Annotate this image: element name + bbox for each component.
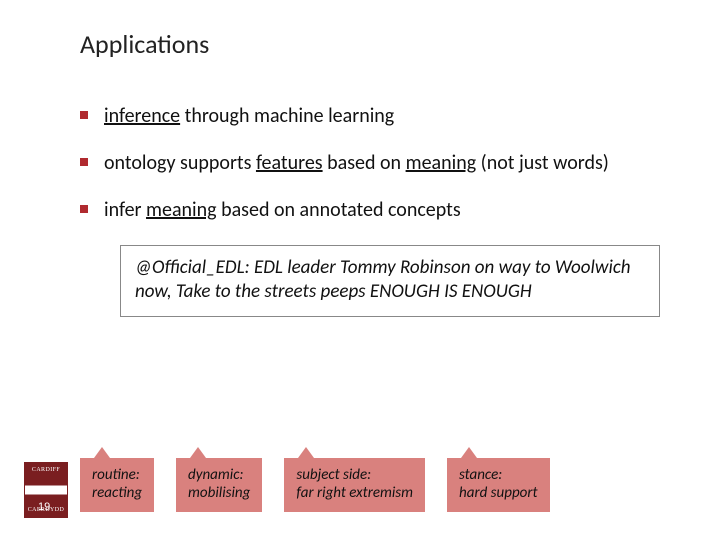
underline: meaning — [146, 198, 217, 222]
slide: Applications inference through machine l… — [0, 0, 720, 540]
tag-subject-side: subject side: far right extremism — [284, 458, 425, 512]
text: based on annotated concepts — [217, 198, 461, 222]
logo-text-top: CARDIFF — [25, 467, 67, 473]
page-number: 19 — [38, 501, 50, 513]
tag-key: dynamic: — [188, 466, 250, 484]
tag-val: mobilising — [188, 484, 250, 502]
underline: meaning — [406, 151, 477, 175]
bullet-item: ontology supports features based on mean… — [80, 151, 650, 176]
text: (not just words) — [476, 151, 609, 175]
underline: inference — [104, 104, 180, 128]
bullet-list: inference through machine learning ontol… — [80, 104, 650, 223]
tag-key: stance: — [459, 466, 538, 484]
tag-stance: stance: hard support — [447, 458, 550, 512]
text: infer — [104, 198, 146, 222]
tag-key: subject side: — [296, 466, 413, 484]
underline: features — [256, 151, 323, 175]
tag-row: routine: reacting dynamic: mobilising su… — [80, 458, 680, 512]
tag-key: routine: — [92, 466, 142, 484]
tag-val: far right extremism — [296, 484, 413, 502]
text: through machine learning — [180, 104, 394, 128]
tag-val: hard support — [459, 484, 538, 502]
tweet-callout: @Official_EDL: EDL leader Tommy Robinson… — [120, 245, 660, 317]
bullet-item: infer meaning based on annotated concept… — [80, 198, 650, 223]
tag-dynamic: dynamic: mobilising — [176, 458, 262, 512]
text: based on — [323, 151, 406, 175]
bullet-item: inference through machine learning — [80, 104, 650, 129]
tag-val: reacting — [92, 484, 142, 502]
tag-routine: routine: reacting — [80, 458, 154, 512]
text: ontology supports — [104, 151, 256, 175]
slide-title: Applications — [80, 28, 650, 60]
